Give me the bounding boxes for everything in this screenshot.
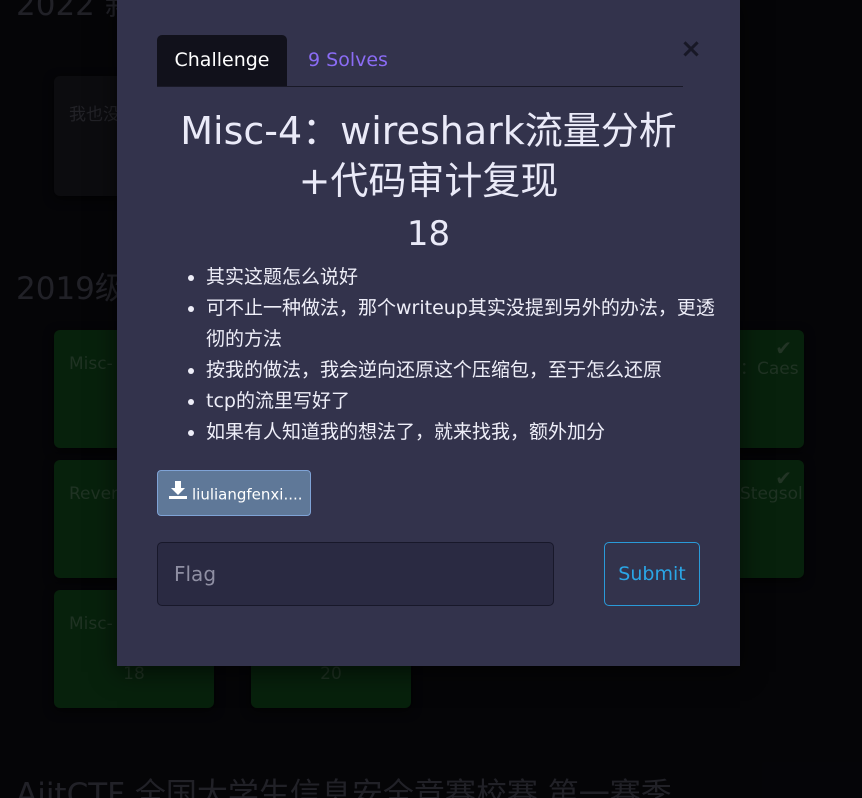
description-item: 如果有人知道我的想法了，就来找我，额外加分 <box>206 417 726 448</box>
page: 2022 新生赛 ... 狂憨题 2019级 ... AjitCTF 全国大学生… <box>0 0 862 798</box>
submit-button[interactable]: Submit <box>604 542 700 606</box>
file-name: liuliangfenxi.... <box>192 485 303 504</box>
challenge-points: 18 <box>406 214 451 254</box>
description-item: 其实这题怎么说好 <box>206 262 726 293</box>
description-item: tcp的流里写好了 <box>206 386 726 417</box>
download-icon <box>168 472 188 516</box>
tab-solves[interactable]: 9 Solves <box>308 35 388 86</box>
tab-challenge[interactable]: Challenge <box>157 35 287 86</box>
file-download-button[interactable]: liuliangfenxi.... <box>157 470 311 516</box>
modal-tabs: Challenge 9 Solves <box>157 35 683 87</box>
description-item: 可不止一种做法，那个writeup其实没提到另外的办法，更透彻的方法 <box>206 293 726 355</box>
challenge-description: 其实这题怎么说好 可不止一种做法，那个writeup其实没提到另外的办法，更透彻… <box>188 262 726 448</box>
flag-input[interactable] <box>157 542 554 606</box>
challenge-modal: Challenge 9 Solves × Misc-4：wireshark流量分… <box>117 0 740 666</box>
challenge-title: Misc-4：wireshark流量分析+代码审计复现 <box>180 109 677 203</box>
close-icon[interactable]: × <box>680 34 702 64</box>
description-item: 按我的做法，我会逆向还原这个压缩包，至于怎么还原 <box>206 355 726 386</box>
